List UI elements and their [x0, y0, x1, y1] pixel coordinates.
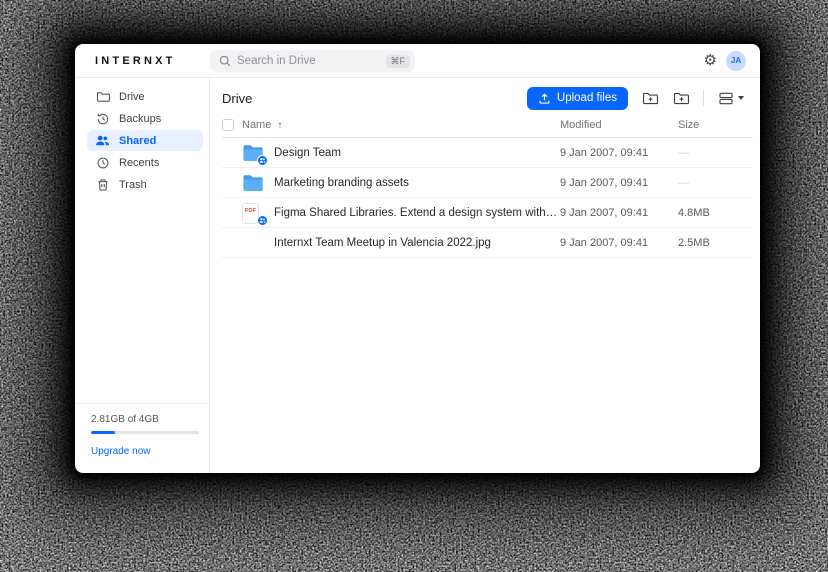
folder-icon: [242, 173, 264, 193]
sidebar-item-label: Recents: [119, 157, 159, 169]
header-actions: ⚙ JA: [704, 51, 746, 71]
shared-badge-icon: [257, 215, 268, 226]
image-thumbnail: [242, 233, 264, 253]
column-header-size[interactable]: Size: [678, 119, 753, 131]
upload-files-button[interactable]: Upload files: [527, 87, 628, 110]
folder-icon: [242, 143, 264, 163]
sidebar-item-drive[interactable]: Drive: [87, 86, 203, 107]
storage-usage-label: 2.81GB of 4GB: [91, 414, 199, 425]
view-layout-toggle[interactable]: [718, 92, 744, 105]
shared-users-icon: [95, 133, 110, 148]
backup-clock-icon: [95, 111, 110, 126]
sidebar-item-label: Trash: [119, 179, 147, 191]
folder-plus-icon: [642, 91, 659, 106]
item-name: Design Team: [274, 147, 341, 159]
create-folder-button[interactable]: [642, 91, 659, 106]
sidebar-nav: Drive Backups Shared: [75, 78, 209, 196]
sort-arrow-icon: ↑: [277, 120, 282, 131]
trash-icon: [95, 177, 110, 192]
gear-icon[interactable]: ⚙: [704, 53, 717, 68]
search-icon: [219, 55, 231, 67]
toolbar: Drive Upload files: [210, 78, 760, 112]
sidebar-item-label: Shared: [119, 135, 156, 147]
table-header: Name↑ Modified Size: [222, 112, 753, 138]
sidebar-item-shared[interactable]: Shared: [87, 130, 203, 151]
breadcrumb[interactable]: Drive: [222, 91, 252, 106]
item-modified: 9 Jan 2007, 09:41: [560, 177, 678, 189]
clock-icon: [95, 155, 110, 170]
folder-plus-icon: [673, 91, 690, 106]
main-panel: Drive Upload files: [210, 78, 760, 473]
table-row[interactable]: Internxt Team Meetup in Valencia 2022.jp…: [222, 228, 753, 258]
item-name: Marketing branding assets: [274, 177, 409, 189]
upload-files-label: Upload files: [557, 92, 617, 104]
list-view-icon: [718, 92, 734, 105]
item-name: Figma Shared Libraries. Extend a design …: [274, 207, 560, 219]
search-placeholder: Search in Drive: [237, 55, 386, 67]
sidebar-item-backups[interactable]: Backups: [87, 108, 203, 129]
toolbar-divider: [703, 90, 704, 106]
storage-section: 2.81GB of 4GB Upgrade now: [75, 403, 209, 473]
shared-badge-icon: [257, 155, 268, 166]
app-header: INTERNXT Search in Drive ⌘F ⚙ JA: [75, 44, 760, 78]
storage-progress-fill: [91, 431, 115, 434]
sidebar-item-label: Backups: [119, 113, 161, 125]
sidebar: Drive Backups Shared: [75, 78, 210, 473]
item-size: 4.8MB: [678, 207, 753, 219]
select-all-checkbox[interactable]: [222, 119, 234, 131]
column-header-modified[interactable]: Modified: [560, 119, 678, 131]
item-size: 2.5MB: [678, 237, 753, 249]
upgrade-now-link[interactable]: Upgrade now: [91, 446, 199, 457]
table-row[interactable]: PDF Figma Shared Libraries. Extend a des…: [222, 198, 753, 228]
app-window: INTERNXT Search in Drive ⌘F ⚙ JA: [75, 44, 760, 473]
sidebar-item-trash[interactable]: Trash: [87, 174, 203, 195]
chevron-down-icon: [738, 96, 744, 100]
sidebar-item-label: Drive: [119, 91, 145, 103]
table-row[interactable]: Marketing branding assets 9 Jan 2007, 09…: [222, 168, 753, 198]
avatar[interactable]: JA: [726, 51, 746, 71]
item-name: Internxt Team Meetup in Valencia 2022.jp…: [274, 237, 491, 249]
storage-progress-bar: [91, 431, 199, 434]
search-shortcut-badge: ⌘F: [386, 55, 411, 68]
pdf-file-icon: PDF: [242, 203, 264, 223]
column-header-name[interactable]: Name↑: [242, 119, 560, 131]
upload-icon: [538, 92, 551, 105]
screenshot-canvas: INTERNXT Search in Drive ⌘F ⚙ JA: [0, 0, 828, 572]
sidebar-item-recents[interactable]: Recents: [87, 152, 203, 173]
search-input[interactable]: Search in Drive ⌘F: [210, 50, 415, 72]
folder-icon: [95, 89, 110, 104]
item-size: —: [678, 147, 753, 159]
table-row[interactable]: Design Team 9 Jan 2007, 09:41 —: [222, 138, 753, 168]
item-modified: 9 Jan 2007, 09:41: [560, 147, 678, 159]
item-modified: 9 Jan 2007, 09:41: [560, 237, 678, 249]
item-modified: 9 Jan 2007, 09:41: [560, 207, 678, 219]
upload-folder-button[interactable]: [673, 91, 690, 106]
internxt-logo: INTERNXT: [95, 55, 176, 67]
item-size: —: [678, 177, 753, 189]
